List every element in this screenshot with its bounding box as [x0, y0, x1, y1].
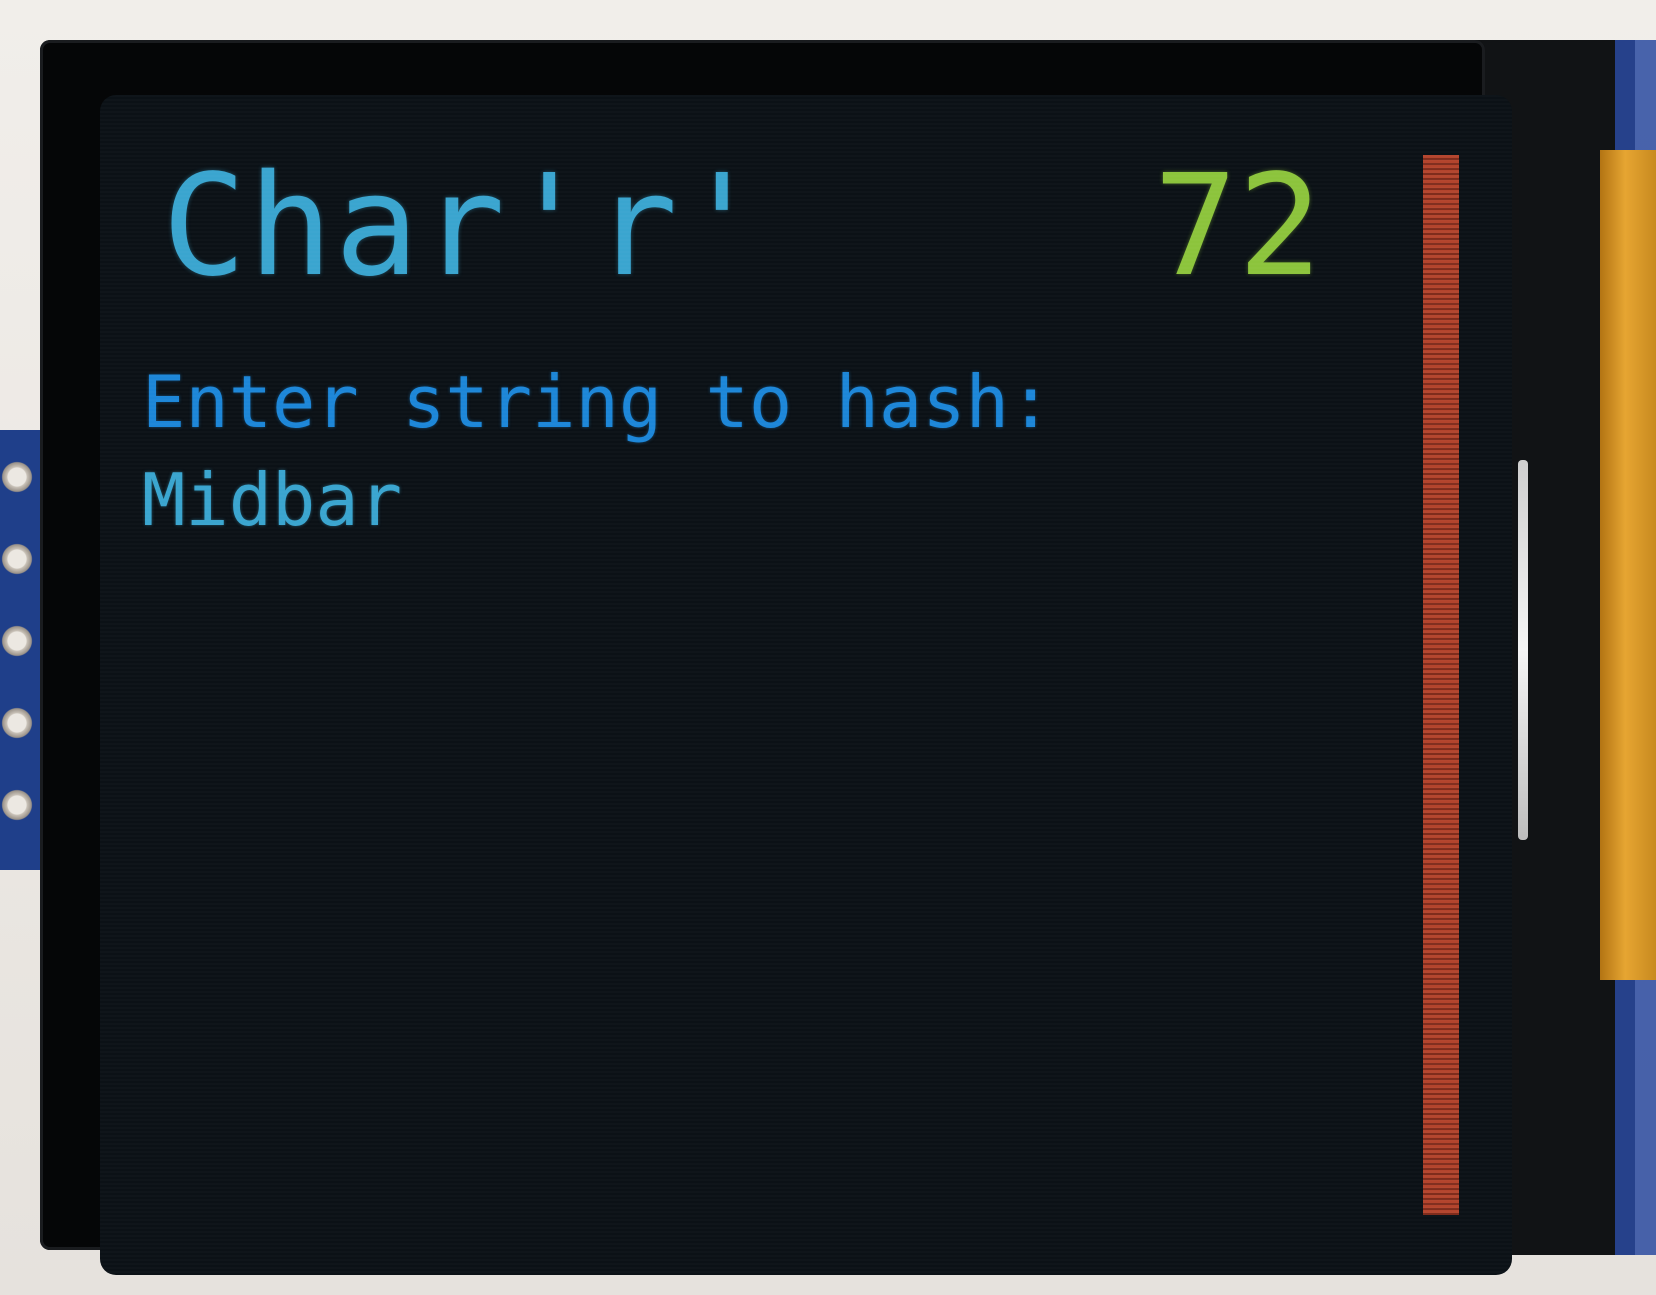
flex-cable	[1600, 150, 1656, 980]
header-pin-icon	[0, 706, 34, 740]
header-pin-icon	[0, 460, 34, 494]
hash-input-field[interactable]: Midbar	[142, 455, 402, 545]
header-pin-icon	[0, 542, 34, 576]
header-pin-icon	[0, 788, 34, 822]
hash-prompt-label: Enter string to hash:	[142, 360, 1053, 444]
char-title: Char'r'	[162, 145, 767, 308]
tft-display-module: Char'r' 72 Enter string to hash: Midbar	[0, 0, 1656, 1295]
level-bar	[1423, 155, 1459, 1215]
level-bar-fill	[1423, 155, 1459, 1215]
side-reflection	[1518, 460, 1528, 840]
screen-bezel: Char'r' 72 Enter string to hash: Midbar	[40, 40, 1512, 1275]
character-counter: 72	[1153, 145, 1322, 308]
header-pin-icon	[0, 624, 34, 658]
lcd-screen: Char'r' 72 Enter string to hash: Midbar	[100, 95, 1512, 1275]
